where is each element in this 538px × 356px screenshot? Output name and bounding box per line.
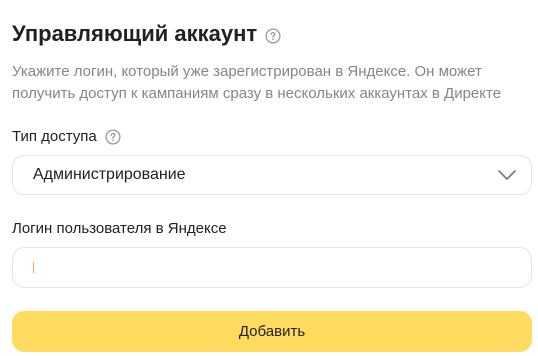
access-type-label: Тип доступа [12, 128, 97, 145]
login-label-row: Логин пользователя в Яндексе [12, 219, 227, 239]
description: Укажите логин, который уже зарегистриров… [12, 63, 502, 102]
access-type-label-row: Тип доступа [12, 127, 121, 147]
login-field-wrapper [12, 247, 532, 288]
login-input[interactable] [12, 247, 532, 288]
title-row: Управляющий аккаунт [12, 20, 281, 48]
title-help-icon[interactable] [265, 27, 281, 44]
add-button[interactable]: Добавить [12, 311, 532, 352]
access-type-value: Администрирование [33, 166, 186, 183]
access-type-help-icon[interactable] [105, 129, 121, 145]
login-label: Логин пользователя в Яндексе [12, 220, 227, 237]
access-type-select[interactable]: Администрирование [12, 155, 532, 195]
chevron-down-icon[interactable] [497, 169, 517, 181]
page-title: Управляющий аккаунт [12, 21, 258, 46]
managing-account-form: Управляющий аккаунт Укажите логин, котор… [0, 0, 538, 356]
text-caret [33, 262, 34, 273]
